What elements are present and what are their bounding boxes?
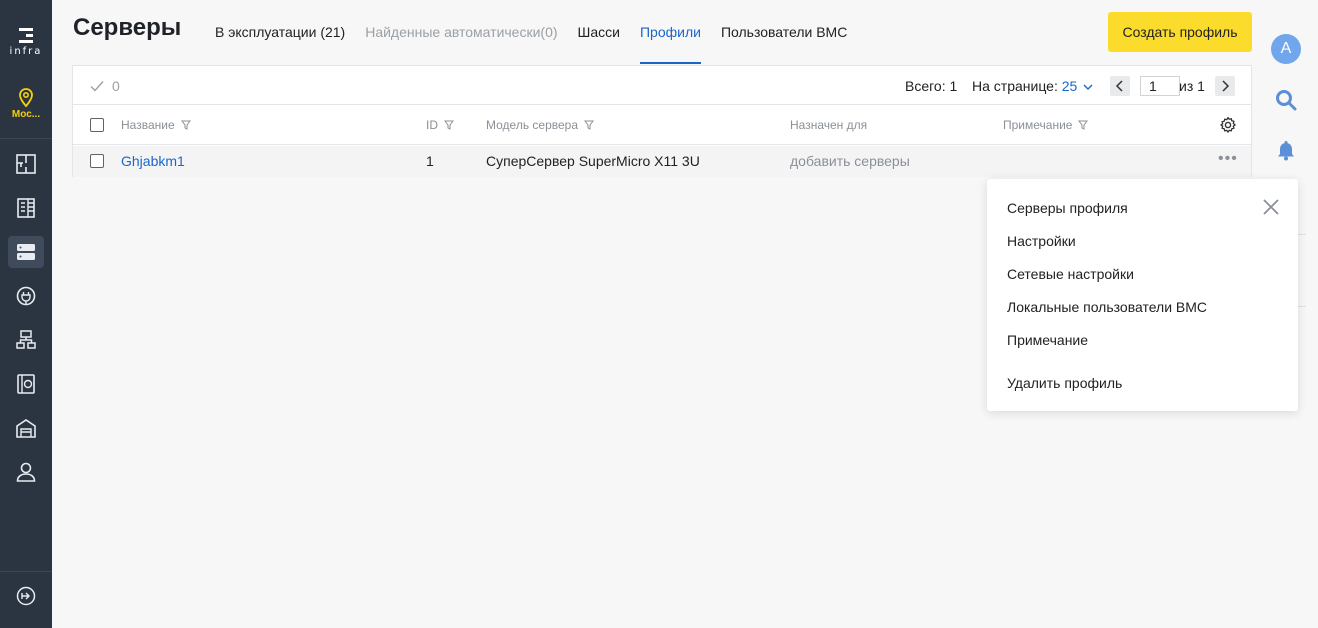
warehouse-icon (16, 419, 36, 438)
table-row[interactable]: Ghjabkm1 1 СуперСервер SuperMicro X11 3U… (73, 146, 1251, 177)
column-label: Модель сервера (486, 118, 579, 132)
column-label: Примечание (1003, 118, 1073, 132)
menu-item-delete-profile[interactable]: Удалить профиль (1007, 375, 1122, 391)
filter-icon[interactable] (444, 120, 454, 130)
column-label: ID (426, 118, 438, 132)
user-icon (16, 462, 36, 482)
nav-item-network[interactable] (8, 324, 44, 356)
total-count: Всего: 1 (905, 78, 958, 94)
servers-icon (17, 244, 35, 260)
location-label: Мос... (11, 109, 41, 120)
tab-bmc-users[interactable]: Пользователи BMC (721, 0, 847, 64)
server-model: СуперСервер SuperMicro X11 3U (486, 153, 700, 169)
storage-icon (17, 374, 35, 394)
column-header-note[interactable]: Примечание (1003, 118, 1089, 132)
profile-name-link[interactable]: Ghjabkm1 (121, 153, 185, 169)
tab-in-operation[interactable]: В эксплуатации (21) (215, 0, 345, 64)
nav-item-racks[interactable] (8, 192, 44, 224)
row-actions-more-icon[interactable]: ••• (1218, 150, 1238, 168)
logo-mark-icon (19, 28, 33, 43)
column-header-name[interactable]: Название (121, 118, 191, 132)
sidebar-divider-bottom (0, 571, 52, 572)
page-of-label: из 1 (1179, 78, 1205, 94)
user-avatar[interactable]: A (1271, 34, 1301, 64)
column-label: Название (121, 118, 175, 132)
menu-item-network-settings[interactable]: Сетевые настройки (1007, 266, 1134, 282)
nav-item-expand[interactable] (8, 580, 44, 612)
menu-item-settings[interactable]: Настройки (1007, 233, 1076, 249)
selected-count: 0 (112, 78, 120, 94)
chevron-right-icon (1222, 80, 1230, 92)
notifications-bell-icon[interactable] (1274, 138, 1298, 162)
sidebar-divider (0, 138, 52, 139)
column-label: Назначен для (790, 118, 868, 132)
menu-item-local-bmc-users[interactable]: Локальные пользователи BMC (1007, 299, 1207, 315)
filter-icon[interactable] (584, 120, 595, 130)
nav-item-floorplan[interactable] (8, 148, 44, 180)
racks-icon (17, 198, 35, 218)
column-settings-gear-icon[interactable] (1219, 116, 1237, 134)
per-page-selector[interactable]: На странице: 25 (972, 78, 1093, 94)
profile-id: 1 (426, 153, 434, 169)
column-header-model[interactable]: Модель сервера (486, 118, 595, 132)
menu-item-profile-servers[interactable]: Серверы профиля (1007, 200, 1128, 216)
table-header: Название ID Модель сервера Назначен для … (73, 105, 1251, 145)
nav-item-servers[interactable] (8, 236, 44, 268)
nav-item-power[interactable] (8, 280, 44, 312)
per-page-label: На странице: (972, 78, 1058, 94)
close-icon[interactable] (1261, 197, 1281, 217)
nav-item-users[interactable] (8, 456, 44, 488)
expand-sidebar-icon (16, 586, 36, 606)
create-profile-button[interactable]: Создать профиль (1108, 12, 1252, 52)
filter-icon[interactable] (1078, 120, 1089, 130)
background-divider (1298, 306, 1306, 307)
row-checkbox[interactable] (90, 154, 104, 168)
tab-chassis[interactable]: Шасси (578, 0, 620, 64)
page-title: Серверы (73, 14, 182, 41)
column-header-id[interactable]: ID (426, 118, 454, 132)
logo-text: infra (9, 46, 43, 57)
tab-profiles[interactable]: Профили (639, 0, 701, 64)
app-logo[interactable]: infra (0, 28, 52, 57)
prev-page-button[interactable] (1110, 76, 1130, 96)
location-selector[interactable]: Мос... (0, 88, 52, 120)
power-plug-icon (16, 286, 36, 306)
per-page-value: 25 (1061, 78, 1078, 94)
nav-item-storage[interactable] (8, 368, 44, 400)
tabs-bar: В эксплуатации (21) Найденные автоматиче… (215, 0, 867, 64)
checkmark-icon (90, 81, 104, 92)
location-pin-icon (19, 88, 33, 108)
network-icon (16, 330, 36, 349)
page-number-input[interactable] (1140, 76, 1180, 96)
assigned-for[interactable]: добавить серверы (790, 153, 910, 169)
row-context-menu: Серверы профиля Настройки Сетевые настро… (987, 179, 1298, 411)
filter-icon[interactable] (180, 120, 191, 130)
selection-counter: 0 (89, 78, 120, 94)
profiles-table-card: 0 Всего: 1 На странице: 25 из 1 Название… (72, 65, 1252, 177)
chevron-left-icon (1115, 80, 1123, 92)
tab-auto-discovered[interactable]: Найденные автоматически(0) (365, 0, 557, 64)
sidebar: infra Мос... (0, 0, 52, 628)
background-divider (1298, 234, 1306, 235)
floorplan-icon (16, 154, 36, 174)
menu-item-note[interactable]: Примечание (1007, 332, 1088, 348)
search-icon[interactable] (1274, 88, 1298, 112)
nav-item-warehouse[interactable] (8, 412, 44, 444)
column-header-assigned[interactable]: Назначен для (790, 118, 867, 132)
chevron-down-icon (1083, 84, 1093, 90)
next-page-button[interactable] (1215, 76, 1235, 96)
select-all-checkbox[interactable] (90, 118, 104, 132)
table-toolbar: 0 Всего: 1 На странице: 25 из 1 (73, 66, 1251, 105)
